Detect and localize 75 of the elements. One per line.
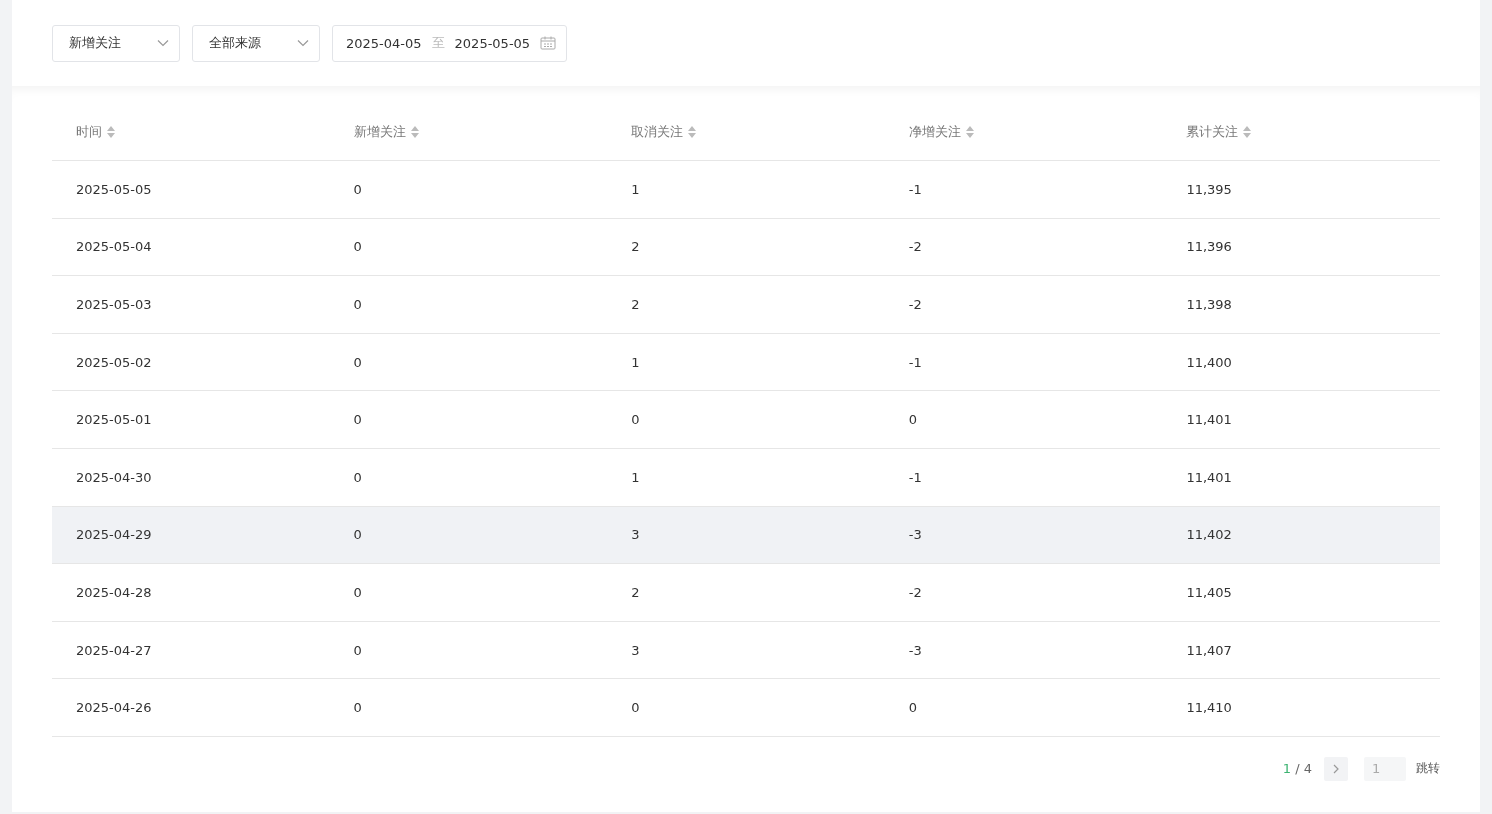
table-cell: 1 — [607, 160, 885, 219]
table-cell: 11,400 — [1162, 333, 1440, 391]
table-cell: 2025-04-30 — [52, 448, 330, 507]
sort-icon[interactable] — [1242, 125, 1253, 139]
table-cell: 2 — [607, 275, 885, 334]
start-date: 2025-04-05 — [346, 35, 422, 51]
date-range-picker[interactable]: 2025-04-05 至 2025-05-05 — [332, 24, 568, 62]
table-cell: 11,398 — [1162, 275, 1440, 334]
table-cell: -1 — [884, 333, 1163, 391]
table-cell: 11,396 — [1162, 218, 1440, 276]
page-input-field[interactable]: 1 — [1364, 756, 1406, 781]
table-cell: 2025-04-28 — [52, 563, 330, 622]
jump-button[interactable]: 跳转 — [1416, 760, 1440, 778]
table-cell: 0 — [329, 448, 608, 507]
column-header[interactable]: 新增关注 — [353, 123, 406, 141]
sort-icon[interactable] — [964, 125, 975, 139]
current-page: 1 — [1282, 761, 1292, 777]
table-cell: 2025-04-29 — [52, 506, 330, 564]
table-cell: 0 — [884, 390, 1163, 449]
table-cell: 0 — [329, 506, 608, 564]
table-cell: -2 — [884, 563, 1163, 622]
table-cell: 2025-05-03 — [52, 275, 330, 334]
table-cell: 3 — [607, 506, 885, 564]
table-cell: 0 — [329, 390, 608, 449]
table-cell: 0 — [329, 563, 608, 622]
table-cell: -3 — [884, 621, 1163, 679]
table-cell: 11,405 — [1162, 563, 1440, 622]
table-cell: 1 — [607, 448, 885, 507]
table-cell: 2025-05-05 — [52, 160, 330, 219]
column-header[interactable]: 累计关注 — [1186, 123, 1239, 141]
table-cell: 11,410 — [1162, 678, 1440, 737]
table-cell: 2025-04-27 — [52, 621, 330, 679]
source-select[interactable]: 全部来源 — [192, 24, 320, 62]
table-cell: -3 — [884, 506, 1163, 564]
table-cell: 2025-04-26 — [52, 678, 330, 737]
table-cell: -2 — [884, 275, 1163, 334]
column-header[interactable]: 净增关注 — [908, 123, 961, 141]
next-page-button[interactable] — [1324, 756, 1348, 781]
table-cell: 2025-05-01 — [52, 390, 330, 449]
table-cell: 0 — [329, 678, 608, 737]
table-cell: -1 — [884, 160, 1163, 219]
page-total: / 4 — [1295, 761, 1312, 777]
chevron-down-icon — [157, 39, 169, 47]
table-cell: 2025-05-04 — [52, 218, 330, 276]
end-date: 2025-05-05 — [454, 35, 531, 51]
sort-icon[interactable] — [409, 125, 420, 139]
table-cell: 1 — [607, 333, 885, 391]
table-cell: 0 — [329, 275, 608, 334]
sort-icon[interactable] — [687, 125, 698, 139]
table-cell: 11,401 — [1162, 448, 1440, 507]
table-cell: 11,401 — [1162, 390, 1440, 449]
table-cell: -2 — [884, 218, 1163, 276]
table-cell: 0 — [329, 333, 608, 391]
table-cell: -1 — [884, 448, 1163, 507]
table-cell: 0 — [329, 621, 608, 679]
table-cell: 2025-05-02 — [52, 333, 330, 391]
table-cell: 0 — [329, 160, 608, 219]
column-header[interactable]: 取消关注 — [631, 123, 684, 141]
table-cell: 2 — [607, 218, 885, 276]
type-select[interactable]: 新增关注 — [52, 24, 180, 62]
sort-icon[interactable] — [106, 125, 116, 139]
table-cell: 11,407 — [1162, 621, 1440, 679]
chevron-down-icon — [297, 39, 309, 47]
table-cell: 0 — [607, 678, 885, 737]
table-cell: 0 — [607, 390, 885, 449]
table-cell: 3 — [607, 621, 885, 679]
column-header[interactable]: 时间 — [76, 123, 102, 141]
table-cell: 11,395 — [1162, 160, 1440, 219]
chevron-right-icon — [1333, 763, 1339, 774]
table-cell: 2 — [607, 563, 885, 622]
table-cell: 0 — [329, 218, 608, 276]
table-cell: 11,402 — [1162, 506, 1440, 564]
calendar-icon — [540, 36, 557, 50]
range-separator: 至 — [431, 34, 445, 52]
table-cell: 0 — [884, 678, 1163, 737]
